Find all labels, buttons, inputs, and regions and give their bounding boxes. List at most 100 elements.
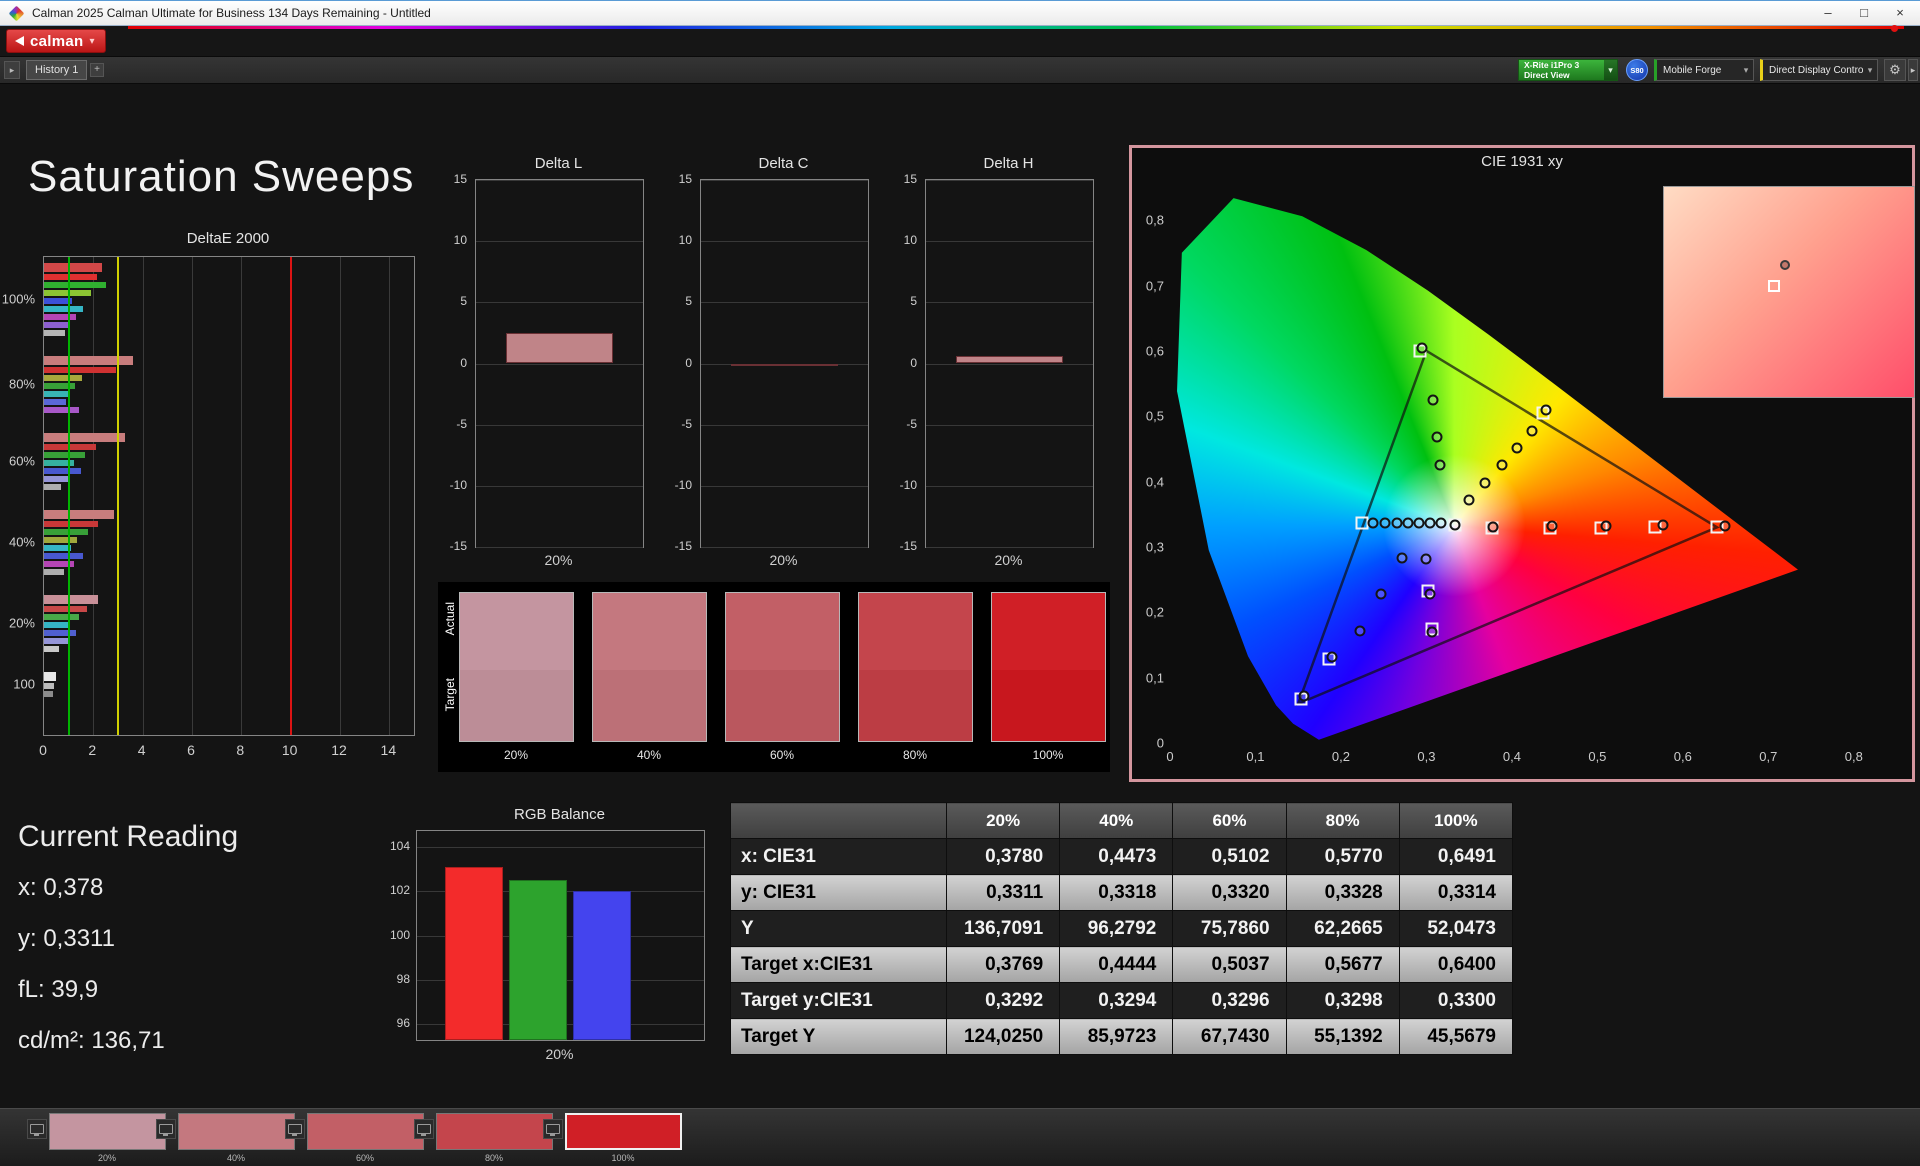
- y-tick-label: 60%: [9, 453, 35, 468]
- y-tick-label: 102: [390, 883, 410, 897]
- actual-target-swatch: [991, 592, 1106, 742]
- y-tick-label: 0,2: [1146, 605, 1164, 620]
- cie-xlabels: 00,10,20,30,40,50,60,70,8: [1170, 749, 1888, 767]
- gridline: [926, 302, 1093, 303]
- blue-bar: [573, 891, 631, 1040]
- gridline: [476, 486, 643, 487]
- cie-measured-point: [1512, 442, 1523, 453]
- x-tick-label: 0,1: [1246, 749, 1264, 764]
- patch-swatch[interactable]: [436, 1113, 553, 1150]
- patch-swatch[interactable]: [178, 1113, 295, 1150]
- calman-logo-menu[interactable]: calman ▾: [6, 29, 106, 53]
- cie-measured-point: [1428, 394, 1439, 405]
- y-tick-label: 100: [13, 676, 35, 691]
- calman-app-window: Calman 2025 Calman Ultimate for Business…: [0, 0, 1920, 1166]
- tab-history-1[interactable]: History 1: [26, 60, 87, 80]
- cie-measured-point: [1527, 425, 1538, 436]
- panel-toggle-button[interactable]: ▸: [1908, 59, 1918, 81]
- cie-measured-point: [1424, 518, 1435, 529]
- display-control-dropdown[interactable]: Direct Display Control ▾: [1760, 59, 1878, 81]
- deltae-bar: [44, 630, 76, 636]
- delta-h-title: Delta H: [925, 155, 1092, 172]
- cie-measured-point: [1421, 553, 1432, 564]
- delta-h-xlabel: 20%: [925, 552, 1092, 568]
- patch-swatch[interactable]: [49, 1113, 166, 1150]
- delta-h-ylabels: 151050-5-10-15: [887, 179, 921, 546]
- results-table: 20%40%60%80%100%x: CIE310,37800,44730,51…: [730, 802, 1513, 1055]
- maximize-button[interactable]: □: [1846, 1, 1882, 25]
- close-button[interactable]: ×: [1882, 1, 1918, 25]
- actual-swatch: [460, 593, 573, 670]
- delta-l-xlabel: 20%: [475, 552, 642, 568]
- target-swatch: [460, 670, 573, 741]
- cie-measured-point: [1368, 518, 1379, 529]
- meter-line2: Direct View: [1524, 70, 1604, 80]
- y-tick-label: 15: [904, 172, 917, 186]
- rainbow-end-dot: [1891, 25, 1898, 32]
- x-tick-label: 8: [236, 742, 244, 758]
- target-swatch: [593, 670, 706, 741]
- table-row: Target y:CIE310,32920,32940,32960,32980,…: [731, 983, 1513, 1019]
- display-toggle-button[interactable]: [156, 1119, 176, 1139]
- gridline: [417, 847, 704, 848]
- cie-measured-point: [1496, 460, 1507, 471]
- window-title: Calman 2025 Calman Ultimate for Business…: [32, 1, 431, 26]
- patch-swatch[interactable]: [565, 1113, 682, 1150]
- deltae-bar: [44, 407, 79, 413]
- patch-swatch[interactable]: [307, 1113, 424, 1150]
- gridline: [701, 180, 868, 181]
- deltae-bar: [44, 322, 69, 328]
- y-tick-label: 0,8: [1146, 213, 1164, 228]
- reading-cdm2: cd/m²: 136,71: [18, 1027, 238, 1055]
- y-tick-label: 0: [685, 356, 692, 370]
- y-tick-label: -15: [900, 539, 917, 553]
- add-tab-button[interactable]: +: [90, 63, 104, 77]
- cie-measured-point: [1380, 518, 1391, 529]
- reading-fl: fL: 39,9: [18, 976, 238, 1004]
- delta-l-plot: [475, 179, 644, 548]
- x-tick-label: 6: [187, 742, 195, 758]
- swatch-label: 80%: [903, 748, 927, 762]
- deltae-bar: [44, 510, 114, 519]
- cie-measured-point: [1488, 521, 1499, 532]
- y-tick-label: 0,6: [1146, 343, 1164, 358]
- cie-measured-point: [1299, 690, 1310, 701]
- meter-status-badge[interactable]: S80: [1626, 59, 1648, 81]
- reading-y: y: 0,3311: [18, 925, 238, 953]
- cie-measured-point: [1376, 588, 1387, 599]
- cie-chart-title: CIE 1931 xy: [1132, 153, 1912, 170]
- delta-c-xlabel: 20%: [700, 552, 867, 568]
- y-tick-label: -10: [900, 478, 917, 492]
- display-toggle-button[interactable]: [285, 1119, 305, 1139]
- patch-swatch-label: 40%: [227, 1153, 245, 1163]
- y-tick-label: 100: [390, 928, 410, 942]
- y-tick-label: 0,7: [1146, 278, 1164, 293]
- chevron-down-icon: ▾: [1863, 65, 1877, 76]
- source-dropdown[interactable]: Mobile Forge ▾: [1654, 59, 1754, 81]
- deltae-bar: [44, 444, 96, 450]
- display-toggle-button[interactable]: [27, 1119, 47, 1139]
- red-bar: [445, 867, 503, 1040]
- pass-reference-line: [68, 257, 70, 735]
- deltae-bar: [44, 537, 77, 543]
- y-tick-label: -15: [675, 539, 692, 553]
- meter-selector[interactable]: X-Rite i1Pro 3 Direct View ▾: [1518, 59, 1618, 81]
- gridline: [701, 241, 868, 242]
- settings-gear-button[interactable]: ⚙: [1884, 59, 1906, 81]
- fail-reference-line: [290, 257, 292, 735]
- table-row: Y136,709196,279275,786062,266552,0473: [731, 911, 1513, 947]
- deltae-plot: [43, 256, 415, 736]
- cie-target-point: [1356, 517, 1369, 530]
- collapse-button[interactable]: ▸: [4, 61, 20, 79]
- display-toggle-button[interactable]: [414, 1119, 434, 1139]
- rgb-plot: [416, 830, 705, 1041]
- gridline: [192, 257, 193, 735]
- deltae-bar: [44, 399, 66, 405]
- display-toggle-button[interactable]: [543, 1119, 563, 1139]
- minimize-button[interactable]: –: [1810, 1, 1846, 25]
- deltae-chart-title: DeltaE 2000: [43, 230, 413, 247]
- gridline: [241, 257, 242, 735]
- actual-target-swatch-strip: Actual Target 20%40%60%80%100%: [438, 582, 1110, 772]
- gridline: [340, 257, 341, 735]
- gridline: [926, 364, 1093, 365]
